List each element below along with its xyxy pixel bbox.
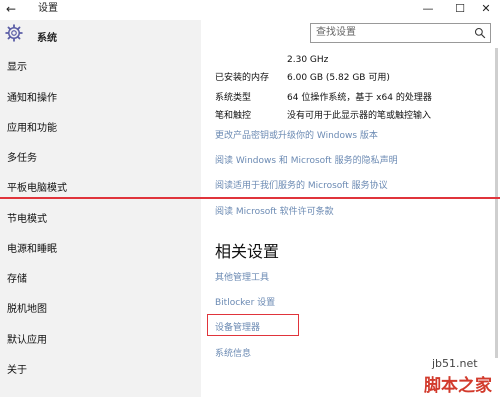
sidebar-item-display[interactable]: 显示 [0, 54, 201, 82]
sidebar-item-label: 节电模式 [7, 214, 47, 225]
services-agreement-link[interactable]: 阅读适用于我们服务的 Microsoft 服务协议 [215, 180, 388, 192]
close-button[interactable]: ✕ [471, 0, 500, 18]
annotation-highlight-box [207, 314, 299, 336]
sidebar-item-battery-saver[interactable]: 节电模式 [0, 206, 201, 234]
main-content: 查找设置 2.30 GHz 已安装的内存 6.00 GB (5.82 GB 可用… [201, 20, 500, 397]
sidebar-item-label: 多任务 [7, 153, 37, 164]
pen-touch-value: 没有可用于此显示器的笔或触控输入 [287, 111, 432, 121]
search-input[interactable]: 查找设置 [310, 23, 491, 43]
sidebar-item-label: 显示 [7, 62, 27, 73]
gear-icon [5, 24, 23, 42]
sidebar-item-label: 关于 [7, 365, 27, 376]
sidebar-item-multitasking[interactable]: 多任务 [0, 145, 201, 173]
app-name: 系统 [37, 33, 57, 44]
title-bar: ← 设置 — ☐ ✕ [0, 0, 500, 20]
system-info-link[interactable]: 系统信息 [215, 348, 251, 360]
bitlocker-settings-link[interactable]: Bitlocker 设置 [215, 297, 275, 309]
watermark-site: jb51.net [432, 357, 478, 370]
pen-touch-label: 笔和触控 [215, 111, 252, 121]
sidebar-item-label: 脱机地图 [7, 304, 47, 315]
sidebar-item-label: 平板电脑模式 [7, 183, 67, 194]
search-icon[interactable] [474, 27, 486, 39]
sidebar-item-label: 电源和睡眠 [7, 244, 57, 255]
back-arrow-icon[interactable]: ← [6, 2, 20, 16]
window-title: 设置 [38, 3, 58, 14]
scrollbar[interactable] [495, 48, 498, 358]
system-type-label: 系统类型 [215, 93, 252, 103]
sidebar-item-label: 存储 [7, 274, 27, 285]
related-settings-heading: 相关设置 [215, 242, 280, 261]
watermark-brand: 脚本之家 [424, 376, 492, 396]
search-placeholder: 查找设置 [316, 27, 356, 38]
annotation-line [0, 197, 500, 199]
privacy-statement-link[interactable]: 阅读 Windows 和 Microsoft 服务的隐私声明 [215, 155, 398, 167]
sidebar-item-label: 通知和操作 [7, 93, 57, 104]
sidebar-item-default-apps[interactable]: 默认应用 [0, 327, 201, 355]
installed-ram-label: 已安装的内存 [215, 73, 270, 83]
sidebar-item-label: 默认应用 [7, 335, 47, 346]
sidebar-item-apps[interactable]: 应用和功能 [0, 115, 201, 143]
minimize-button[interactable]: — [413, 0, 443, 18]
sidebar-item-offline-maps[interactable]: 脱机地图 [0, 296, 201, 324]
license-terms-link[interactable]: 阅读 Microsoft 软件许可条款 [215, 206, 334, 218]
sidebar-item-power-sleep[interactable]: 电源和睡眠 [0, 236, 201, 264]
sidebar-item-notifications[interactable]: 通知和操作 [0, 85, 201, 113]
sidebar-item-about[interactable]: 关于 [0, 357, 201, 385]
sidebar-item-storage[interactable]: 存储 [0, 266, 201, 294]
system-type-value: 64 位操作系统，基于 x64 的处理器 [287, 93, 432, 103]
admin-tools-link[interactable]: 其他管理工具 [215, 272, 269, 284]
sidebar: 系统 显示 通知和操作 应用和功能 多任务 平板电脑模式 节电模式 电源和睡眠 … [0, 20, 201, 397]
change-product-key-link[interactable]: 更改产品密钥或升级你的 Windows 版本 [215, 130, 378, 142]
cpu-speed-value: 2.30 GHz [287, 55, 329, 65]
installed-ram-value: 6.00 GB (5.82 GB 可用) [287, 73, 390, 83]
sidebar-item-label: 应用和功能 [7, 123, 57, 134]
